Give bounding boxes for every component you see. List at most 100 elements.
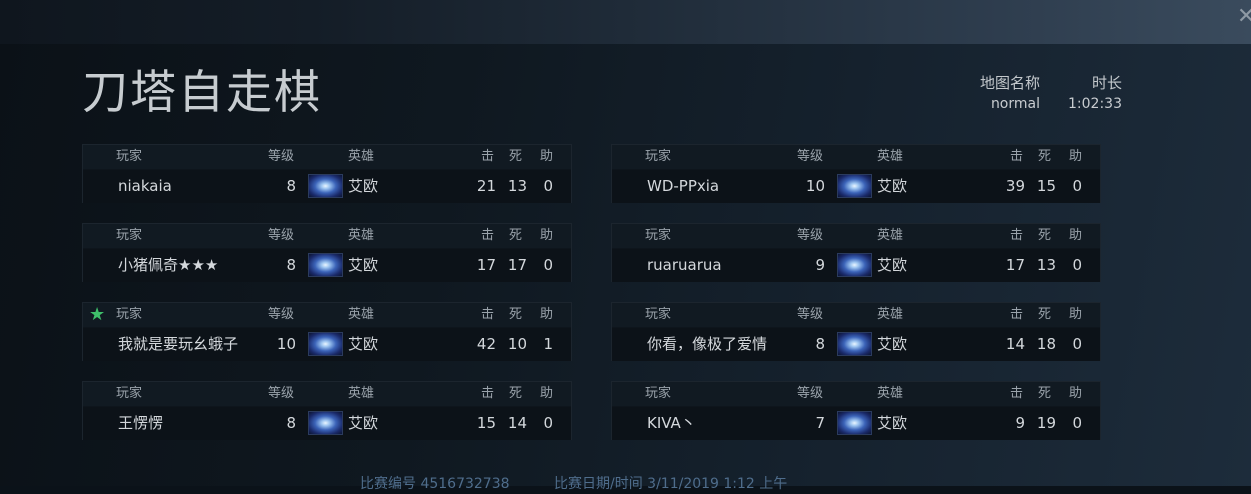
kills-header: 击 <box>1010 228 1024 243</box>
player-card[interactable]: 玩家 等级 英雄 击 死 助 你看，像极了爱情 8 艾欧 14 18 0 <box>611 302 1101 361</box>
hero-name: 艾欧 <box>348 414 379 432</box>
close-icon[interactable]: ✕ <box>1237 4 1251 30</box>
hero-portrait-icon <box>308 253 343 277</box>
player-header: 玩家 <box>116 228 143 243</box>
level-header: 等级 <box>268 386 295 401</box>
duration-info: 时长 1:02:33 <box>1068 72 1122 114</box>
player-name[interactable]: 你看，像极了爱情 <box>647 334 767 354</box>
player-row: 我就是要玩幺蛾子 10 艾欧 42 10 1 <box>83 328 571 361</box>
player-kills: 15 <box>476 414 496 432</box>
deaths-header: 死 <box>1038 386 1052 401</box>
assists-header: 助 <box>1069 307 1083 322</box>
hero-header: 英雄 <box>877 307 904 322</box>
player-assists: 0 <box>543 414 553 432</box>
kills-header: 击 <box>1010 149 1024 164</box>
player-deaths: 18 <box>1036 335 1056 353</box>
deaths-header: 死 <box>509 149 523 164</box>
level-header: 等级 <box>268 149 295 164</box>
assists-header: 助 <box>1069 228 1083 243</box>
kills-header: 击 <box>1010 307 1024 322</box>
duration-label: 时长 <box>1091 74 1122 92</box>
player-name[interactable]: KIVA丶 <box>647 413 696 433</box>
map-name-label: 地图名称 <box>979 74 1040 92</box>
player-level: 8 <box>286 177 296 195</box>
assists-header: 助 <box>540 307 554 322</box>
player-header: 玩家 <box>645 228 672 243</box>
player-name[interactable]: 小猪佩奇★★★ <box>118 255 218 275</box>
player-kills: 14 <box>1005 335 1025 353</box>
player-card-header: ★ 玩家 等级 英雄 击 死 助 <box>83 303 571 327</box>
player-kills: 17 <box>1005 256 1025 274</box>
hero-name: 艾欧 <box>877 256 908 274</box>
player-name[interactable]: ruaruarua <box>647 255 722 275</box>
player-name[interactable]: niakaia <box>118 176 172 196</box>
player-kills: 21 <box>476 177 496 195</box>
hero-name: 艾欧 <box>877 177 908 195</box>
hero-portrait-icon <box>308 174 343 198</box>
player-name[interactable]: 我就是要玩幺蛾子 <box>118 334 238 354</box>
player-card[interactable]: 玩家 等级 英雄 击 死 助 niakaia 8 艾欧 21 13 0 <box>82 144 572 203</box>
player-card[interactable]: 玩家 等级 英雄 击 死 助 KIVA丶 7 艾欧 9 19 0 <box>611 381 1101 440</box>
hero-name: 艾欧 <box>348 335 379 353</box>
hero-header: 英雄 <box>348 386 375 401</box>
player-deaths: 13 <box>1036 256 1056 274</box>
hero-header: 英雄 <box>877 228 904 243</box>
player-kills: 39 <box>1005 177 1025 195</box>
hero-header: 英雄 <box>877 149 904 164</box>
player-card-header: 玩家 等级 英雄 击 死 助 <box>612 224 1100 248</box>
assists-header: 助 <box>1069 386 1083 401</box>
level-header: 等级 <box>797 228 824 243</box>
star-icon: ★ <box>89 304 106 325</box>
kills-header: 击 <box>481 386 495 401</box>
player-name[interactable]: WD-PPxia <box>647 176 719 196</box>
hero-name: 艾欧 <box>877 414 908 432</box>
assists-header: 助 <box>540 386 554 401</box>
player-assists: 0 <box>543 177 553 195</box>
player-row: 王愣愣 8 艾欧 15 14 0 <box>83 407 571 440</box>
player-header: 玩家 <box>116 307 143 322</box>
player-card-header: 玩家 等级 英雄 击 死 助 <box>612 303 1100 327</box>
player-card[interactable]: 玩家 等级 英雄 击 死 助 WD-PPxia 10 艾欧 39 15 0 <box>611 144 1101 203</box>
player-kills: 9 <box>1015 414 1025 432</box>
player-level: 9 <box>815 256 825 274</box>
player-header: 玩家 <box>645 149 672 164</box>
hero-portrait-icon <box>308 411 343 435</box>
player-kills: 17 <box>476 256 496 274</box>
player-deaths: 17 <box>507 256 527 274</box>
player-card[interactable]: ★ 玩家 等级 英雄 击 死 助 我就是要玩幺蛾子 10 艾欧 42 10 1 <box>82 302 572 361</box>
player-header: 玩家 <box>116 149 143 164</box>
kills-header: 击 <box>1010 386 1024 401</box>
player-name[interactable]: 王愣愣 <box>118 413 163 433</box>
player-assists: 0 <box>543 256 553 274</box>
kills-header: 击 <box>481 149 495 164</box>
player-card[interactable]: 玩家 等级 英雄 击 死 助 王愣愣 8 艾欧 15 14 0 <box>82 381 572 440</box>
map-name-value: normal <box>990 96 1040 112</box>
player-assists: 0 <box>1072 414 1082 432</box>
level-header: 等级 <box>268 228 295 243</box>
player-header: 玩家 <box>645 307 672 322</box>
player-deaths: 19 <box>1036 414 1056 432</box>
player-assists: 0 <box>1072 256 1082 274</box>
assists-header: 助 <box>540 149 554 164</box>
hero-header: 英雄 <box>348 149 375 164</box>
match-date: 比赛日期/时间 3/11/2019 1:12 上午 <box>554 476 788 492</box>
deaths-header: 死 <box>509 228 523 243</box>
kills-header: 击 <box>481 307 495 322</box>
deaths-header: 死 <box>1038 307 1052 322</box>
assists-header: 助 <box>1069 149 1083 164</box>
player-header: 玩家 <box>645 386 672 401</box>
assists-header: 助 <box>540 228 554 243</box>
player-level: 8 <box>286 414 296 432</box>
player-row: 小猪佩奇★★★ 8 艾欧 17 17 0 <box>83 249 571 282</box>
player-level: 7 <box>815 414 825 432</box>
level-header: 等级 <box>797 149 824 164</box>
player-row: 你看，像极了爱情 8 艾欧 14 18 0 <box>612 328 1100 361</box>
player-card[interactable]: 玩家 等级 英雄 击 死 助 ruaruarua 9 艾欧 17 13 0 <box>611 223 1101 282</box>
player-row: niakaia 8 艾欧 21 13 0 <box>83 170 571 203</box>
player-card[interactable]: 玩家 等级 英雄 击 死 助 小猪佩奇★★★ 8 艾欧 17 17 0 <box>82 223 572 282</box>
hero-header: 英雄 <box>877 386 904 401</box>
deaths-header: 死 <box>1038 149 1052 164</box>
match-id: 比赛编号 4516732738 <box>360 476 510 492</box>
hero-header: 英雄 <box>348 228 375 243</box>
player-card-header: 玩家 等级 英雄 击 死 助 <box>83 382 571 406</box>
